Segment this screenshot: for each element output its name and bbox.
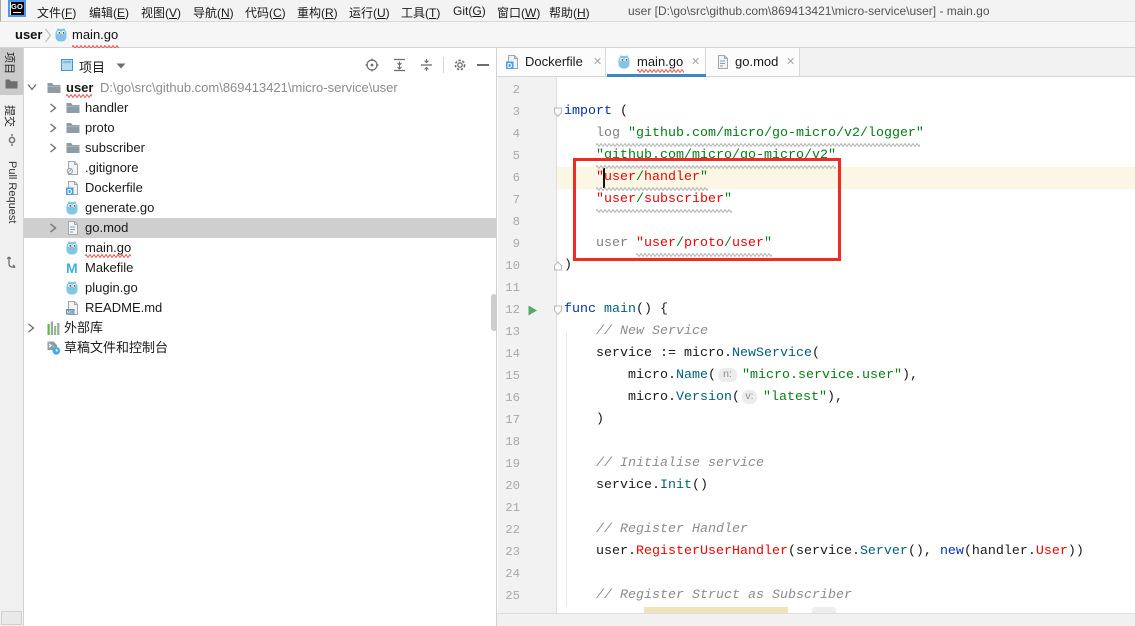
svg-text:MD: MD <box>67 310 75 315</box>
svg-text:D: D <box>507 63 512 69</box>
svg-text:D: D <box>67 189 72 195</box>
